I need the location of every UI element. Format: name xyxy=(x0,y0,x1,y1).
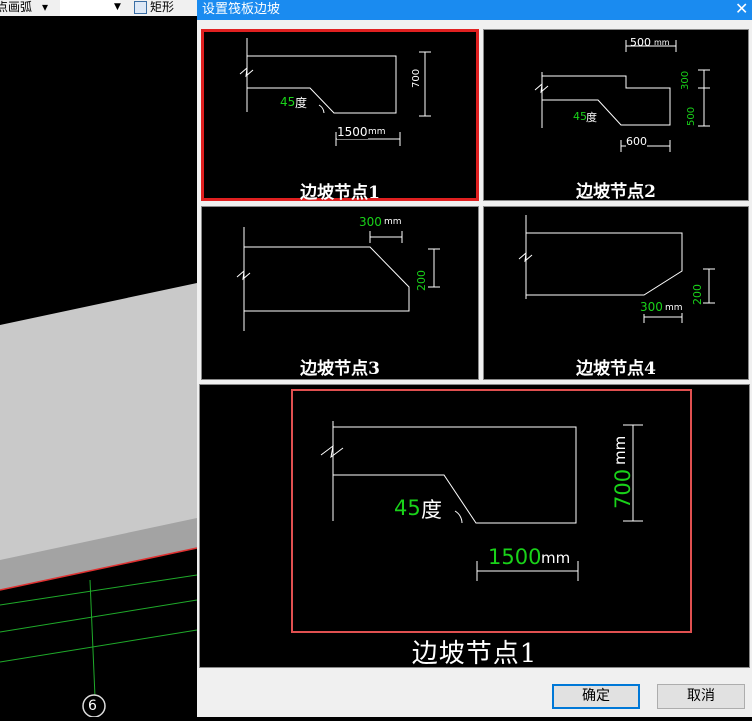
angle-value: 45 xyxy=(573,110,587,123)
chevron-down-icon[interactable]: ▼ xyxy=(114,0,121,15)
bottom-value: 600 xyxy=(626,135,647,148)
width-value: 1500 xyxy=(488,545,542,569)
width-unit: mm xyxy=(541,549,571,567)
node-option-2[interactable]: 500 mm 45 度 600 300 500 边坡节点2 xyxy=(483,29,749,202)
cancel-button[interactable]: 取消 xyxy=(657,684,745,709)
top-unit: mm xyxy=(654,38,670,47)
node-2-label: 边坡节点2 xyxy=(576,182,656,202)
top-value: 500 xyxy=(630,36,651,49)
node-3-label: 边坡节点3 xyxy=(300,359,380,379)
angle-unit: 度 xyxy=(586,111,597,124)
node-1-diagram xyxy=(239,38,431,146)
node-2-diagram xyxy=(534,40,710,152)
node-1-label: 边坡节点1 xyxy=(300,183,380,203)
ok-button[interactable]: 确定 xyxy=(552,684,640,709)
width-unit: mm xyxy=(368,127,386,137)
grid-line xyxy=(89,579,96,698)
cad-toolbar: 点画弧 ▾ ▼ 矩形 xyxy=(0,0,197,16)
width-unit: mm xyxy=(384,217,402,227)
node-option-1[interactable]: 45 度 1500 mm 700 边坡节点1 xyxy=(201,29,479,203)
cad-viewport[interactable]: 6 xyxy=(0,0,198,718)
width-unit: mm xyxy=(665,303,683,313)
height-value: 700 xyxy=(611,468,635,509)
node-option-4[interactable]: 300 mm 200 边坡节点4 xyxy=(483,206,749,380)
rect-label: 矩形 xyxy=(150,0,175,14)
grid-line xyxy=(0,599,198,633)
dialog-title: 设置筏板边坡 xyxy=(202,2,281,17)
dialog-titlebar[interactable]: 设置筏板边坡 ✕ xyxy=(197,0,752,20)
preview-label: 边坡节点1 xyxy=(411,639,538,669)
grid-line xyxy=(0,629,198,663)
dialog-window: 设置筏板边坡 ✕ 45 度 1500 mm 700 边坡节点1 500 mm 4… xyxy=(197,0,752,717)
angle-unit: 度 xyxy=(295,96,308,110)
height-value: 500 xyxy=(686,106,697,126)
angle-value: 45 xyxy=(394,496,421,520)
node-4-label: 边坡节点4 xyxy=(576,359,656,379)
combo-box[interactable] xyxy=(60,0,120,16)
rect-checkbox[interactable] xyxy=(134,1,147,14)
height-value: 200 xyxy=(415,270,428,291)
height-unit: mm xyxy=(611,435,629,465)
width-value: 300 xyxy=(640,300,663,314)
preview-diagram xyxy=(320,421,643,581)
preview-panel: 45 度 1500 mm 700 mm 边坡节点1 xyxy=(199,384,750,669)
preview-frame: 45 度 1500 mm 700 mm xyxy=(291,389,692,633)
angle-value: 45 xyxy=(280,95,296,109)
close-icon[interactable]: ✕ xyxy=(735,0,748,18)
axis-label: 6 xyxy=(88,698,97,714)
width-value: 300 xyxy=(359,215,382,229)
height-value: 200 xyxy=(691,284,704,305)
width-value: 1500 xyxy=(337,125,368,139)
node-option-3[interactable]: 300 mm 200 边坡节点3 xyxy=(201,206,479,380)
height-value: 700 xyxy=(411,68,422,88)
step-value: 300 xyxy=(680,70,691,90)
arc-mode-dropdown[interactable]: 点画弧 xyxy=(0,0,32,16)
arc-dropdown-arrow[interactable]: ▾ xyxy=(42,0,48,16)
cad-drawing xyxy=(0,283,198,718)
angle-unit: 度 xyxy=(421,498,442,522)
